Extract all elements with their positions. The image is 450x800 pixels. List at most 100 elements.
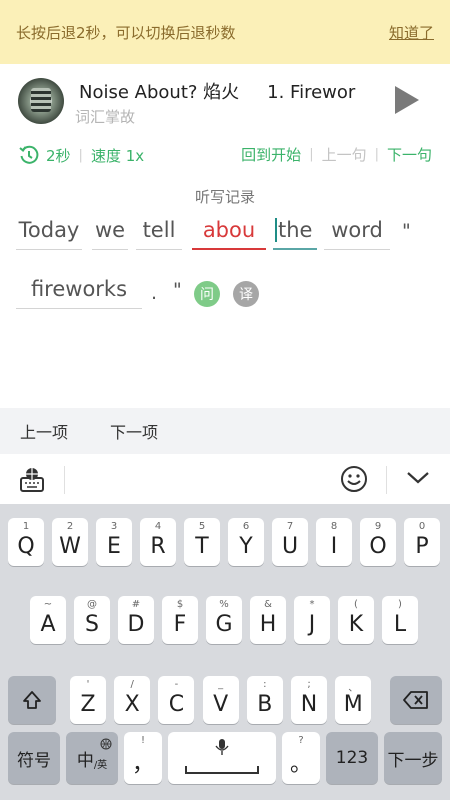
key-m[interactable]: 、 M xyxy=(335,676,372,724)
key-o[interactable]: 9O xyxy=(360,518,396,566)
key-sub-label: 8 xyxy=(330,521,338,532)
key-label: H xyxy=(259,611,277,637)
rewind-icon[interactable] xyxy=(18,144,40,166)
word-input[interactable]: fireworks xyxy=(16,273,142,309)
prev-sentence-button[interactable]: 上一句 xyxy=(322,144,367,165)
keyboard-toolbar xyxy=(0,454,450,504)
key-label: A xyxy=(40,611,56,637)
word-input-error[interactable]: abou xyxy=(192,214,266,250)
key-t[interactable]: 5T xyxy=(184,518,220,566)
divider: | xyxy=(374,147,379,162)
key-n[interactable]: ; N xyxy=(291,676,327,724)
play-icon[interactable] xyxy=(392,84,422,116)
word-input[interactable]: Today xyxy=(16,214,82,250)
divider: | xyxy=(309,147,314,162)
space-key[interactable] xyxy=(168,732,276,784)
key-label: F xyxy=(173,611,187,637)
key-f[interactable]: $ F xyxy=(162,596,198,644)
keyboard-settings-icon[interactable] xyxy=(18,466,46,494)
next-sentence-button[interactable]: 下一句 xyxy=(387,144,432,165)
key-d[interactable]: # D xyxy=(118,596,154,644)
key-label: J xyxy=(308,611,316,637)
key-x[interactable]: / X xyxy=(114,676,151,724)
comma-key-label: ， xyxy=(131,752,154,777)
next-step-key[interactable]: 下一步 xyxy=(384,732,442,784)
hint-text: 长按后退2秒，可以切换后退秒数 xyxy=(16,23,236,42)
collapse-keyboard-icon[interactable] xyxy=(406,470,430,486)
word-input[interactable]: word xyxy=(324,214,390,250)
word-input[interactable]: we xyxy=(92,214,128,250)
key-label: G xyxy=(215,611,233,637)
globe-icon xyxy=(100,738,112,750)
key-p[interactable]: 0P xyxy=(404,518,440,566)
track-subtitle: 词汇掌故 xyxy=(75,108,136,126)
key-k[interactable]: (K xyxy=(338,596,374,644)
quote-mark: " xyxy=(173,279,182,301)
key-sub-label: ' xyxy=(86,679,90,690)
key-g[interactable]: % G xyxy=(206,596,242,644)
key-sub-label: $ xyxy=(176,599,184,610)
prev-item-button[interactable]: 上一项 xyxy=(20,419,68,443)
quote-mark: " xyxy=(402,220,411,242)
key-sub-label: _ xyxy=(218,679,224,690)
key-sub-label: 7 xyxy=(286,521,294,532)
key-sub-label: 、 xyxy=(348,683,359,694)
language-switch-key[interactable]: 中/英 xyxy=(66,732,118,784)
key-label: T xyxy=(195,533,209,559)
key-y[interactable]: 6Y xyxy=(228,518,264,566)
key-label: O xyxy=(369,533,387,559)
rewind-seconds-button[interactable]: 2秒 xyxy=(46,145,71,166)
word-input-active[interactable]: the xyxy=(273,214,317,250)
key-label: Q xyxy=(17,533,35,559)
key-label: P xyxy=(415,533,429,559)
key-w[interactable]: 2W xyxy=(52,518,88,566)
symbol-key[interactable]: 符号 xyxy=(8,732,60,784)
key-sub-label: ( xyxy=(354,599,358,610)
period-key[interactable]: ? 。 xyxy=(282,732,320,784)
key-sub-label: - xyxy=(174,679,179,690)
key-sub-label: 5 xyxy=(198,521,206,532)
backspace-icon xyxy=(403,691,428,709)
speed-button[interactable]: 速度 1x xyxy=(91,145,144,166)
key-e[interactable]: 3E xyxy=(96,518,132,566)
key-label: D xyxy=(127,611,145,637)
key-i[interactable]: 8I xyxy=(316,518,352,566)
key-b[interactable]: :B xyxy=(246,676,283,724)
language-key-sub: /英 xyxy=(93,759,108,771)
key-r[interactable]: 4R xyxy=(140,518,176,566)
backspace-key[interactable] xyxy=(390,676,442,724)
dismiss-button[interactable]: 知道了 xyxy=(389,22,434,43)
restart-button[interactable]: 回到开始 xyxy=(241,144,301,165)
key-q[interactable]: 1Q xyxy=(8,518,44,566)
key-sub-label: ; xyxy=(307,679,311,690)
next-item-button[interactable]: 下一项 xyxy=(110,419,158,443)
emoji-icon[interactable] xyxy=(340,465,368,493)
period-key-sub: ? xyxy=(298,735,304,746)
key-u[interactable]: 7U xyxy=(272,518,308,566)
translate-button[interactable]: 译 xyxy=(233,281,259,307)
key-j[interactable]: * J xyxy=(294,596,330,644)
track-part: 1. Firewor xyxy=(267,82,356,103)
key-c[interactable]: -C xyxy=(158,676,195,724)
key-h[interactable]: & H xyxy=(250,596,286,644)
key-sub-label: 9 xyxy=(374,521,382,532)
comma-key[interactable]: ! ， xyxy=(124,732,162,784)
shift-key[interactable] xyxy=(8,676,56,724)
word-input[interactable]: tell xyxy=(136,214,182,250)
key-v[interactable]: _ V xyxy=(202,676,239,724)
key-sub-label: ~ xyxy=(43,599,53,610)
key-z[interactable]: ' Z xyxy=(70,676,106,724)
key-l[interactable]: ) L xyxy=(382,596,418,644)
key-label: X xyxy=(124,691,140,717)
key-sub-label: # xyxy=(131,599,141,610)
number-key[interactable]: 123 xyxy=(326,732,378,784)
dictation-record-label: 听写记录 xyxy=(194,188,255,206)
key-a[interactable]: ~ A xyxy=(30,596,66,644)
key-sub-label: : xyxy=(263,679,267,690)
key-label: W xyxy=(59,533,81,559)
key-label: L xyxy=(393,611,407,637)
track-title-text: Noise About? 焰火 xyxy=(79,82,240,103)
hint-banner: 长按后退2秒，可以切换后退秒数 知道了 xyxy=(0,0,450,64)
ask-button[interactable]: 问 xyxy=(194,281,220,307)
key-s[interactable]: @ S xyxy=(74,596,110,644)
